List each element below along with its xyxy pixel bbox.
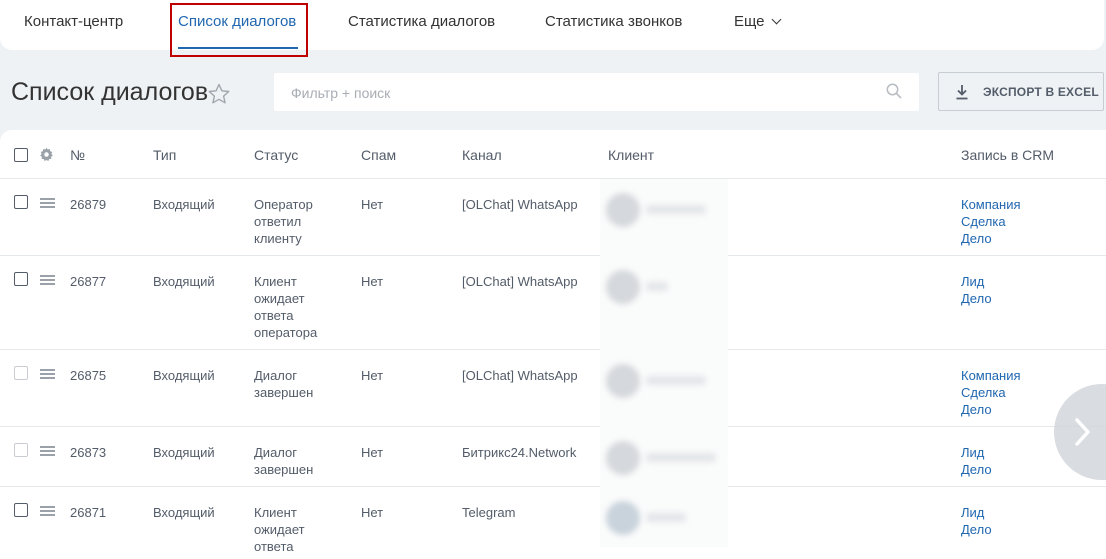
crm-link-lead[interactable]: Лид [961,444,992,461]
row-status: Клиент ожидает ответа оператора [254,274,318,340]
col-spam[interactable]: Спам [361,147,396,163]
client-column-redacted [600,179,728,547]
crm-link-activity[interactable]: Дело [961,401,1021,418]
drag-handle-icon[interactable] [40,369,55,379]
drag-handle-icon[interactable] [40,198,55,208]
drag-handle-icon[interactable] [40,275,55,285]
row-status: Оператор ответил клиенту [254,197,313,246]
crm-link-lead[interactable]: Лид [961,504,992,521]
table-row[interactable]: 26877 Входящий Клиент ожидает ответа операт… [0,256,1106,350]
row-spam: Нет [361,505,384,520]
table-row[interactable]: 26873 Входящий Диалог завершен Нет Битрик… [0,427,1106,487]
row-crm-links: Компания Сделка Дело [961,367,1021,418]
row-channel: [OLChat] WhatsApp [462,197,578,212]
export-excel-button[interactable]: ЭКСПОРТ В EXCEL [938,72,1104,111]
row-channel: Битрикс24.Network [462,445,577,460]
row-checkbox[interactable] [14,443,28,457]
table-row[interactable]: 26875 Входящий Диалог завершен Нет [OLCha… [0,350,1106,427]
page-title: Список диалогов [11,78,209,106]
download-icon [956,85,968,100]
chevron-down-icon [771,14,781,25]
row-type: Входящий [153,274,215,289]
col-crm-record[interactable]: Запись в CRM [961,147,1054,163]
row-spam: Нет [361,274,384,289]
row-status: Диалог завершен [254,368,314,400]
row-channel: [OLChat] WhatsApp [462,368,578,383]
row-spam: Нет [361,445,384,460]
row-channel: Telegram [462,505,516,520]
col-status[interactable]: Статус [254,147,298,163]
table-row[interactable]: 26871 Входящий Клиент ожидает ответа Нет T… [0,487,1106,559]
row-type: Входящий [153,445,215,460]
row-checkbox[interactable] [14,503,28,517]
tab-dialog-statistics[interactable]: Статистика диалогов [348,13,495,30]
export-label: ЭКСПОРТ В EXCEL [983,85,1099,99]
col-type[interactable]: Тип [153,147,176,163]
crm-link-activity[interactable]: Дело [961,230,1021,247]
table-row[interactable]: 26879 Входящий Оператор ответил клиенту Не… [0,179,1106,256]
col-channel[interactable]: Канал [462,147,502,163]
gear-icon[interactable] [39,147,54,162]
row-checkbox[interactable] [14,366,28,380]
row-id[interactable]: 26879 [70,196,106,213]
crm-link-activity[interactable]: Дело [961,290,992,307]
row-crm-links: Лид Дело [961,273,992,307]
chevron-right-icon [1075,418,1090,446]
crm-link-deal[interactable]: Сделка [961,384,1021,401]
row-crm-links: Лид Дело [961,504,992,538]
tab-more[interactable]: Еще [734,13,781,30]
crm-link-activity[interactable]: Дело [961,461,992,478]
table-header: № Тип Статус Спам Канал Клиент Запись в … [0,130,1106,179]
crm-link-company[interactable]: Компания [961,367,1021,384]
row-crm-links: Компания Сделка Дело [961,196,1021,247]
row-channel: [OLChat] WhatsApp [462,274,578,289]
row-type: Входящий [153,505,215,520]
row-spam: Нет [361,197,384,212]
drag-handle-icon[interactable] [40,506,55,516]
select-all-checkbox[interactable] [14,148,28,162]
row-type: Входящий [153,368,215,383]
row-id[interactable]: 26871 [70,504,106,521]
row-id[interactable]: 26877 [70,273,106,290]
drag-handle-icon[interactable] [40,446,55,456]
search-input[interactable]: Фильтр + поиск [274,73,919,111]
crm-link-activity[interactable]: Дело [961,521,992,538]
top-navigation: Контакт-центр Список диалогов Статистика… [0,0,1104,50]
row-id[interactable]: 26873 [70,444,106,461]
tab-highlight-frame [170,3,308,57]
dialog-table: № Тип Статус Спам Канал Клиент Запись в … [0,130,1106,559]
row-type: Входящий [153,197,215,212]
row-status: Клиент ожидает ответа [254,505,305,554]
row-spam: Нет [361,368,384,383]
row-status: Диалог завершен [254,445,314,477]
search-icon[interactable] [885,82,903,100]
col-client[interactable]: Клиент [608,147,654,163]
col-number[interactable]: № [70,147,85,163]
row-crm-links: Лид Дело [961,444,992,478]
crm-link-lead[interactable]: Лид [961,273,992,290]
row-checkbox[interactable] [14,272,28,286]
star-icon[interactable] [207,82,231,106]
row-id[interactable]: 26875 [70,367,106,384]
more-label: Еще [734,13,765,30]
row-checkbox[interactable] [14,195,28,209]
tab-call-statistics[interactable]: Статистика звонков [545,13,682,30]
tab-contact-center[interactable]: Контакт-центр [24,13,123,30]
crm-link-deal[interactable]: Сделка [961,213,1021,230]
crm-link-company[interactable]: Компания [961,196,1021,213]
